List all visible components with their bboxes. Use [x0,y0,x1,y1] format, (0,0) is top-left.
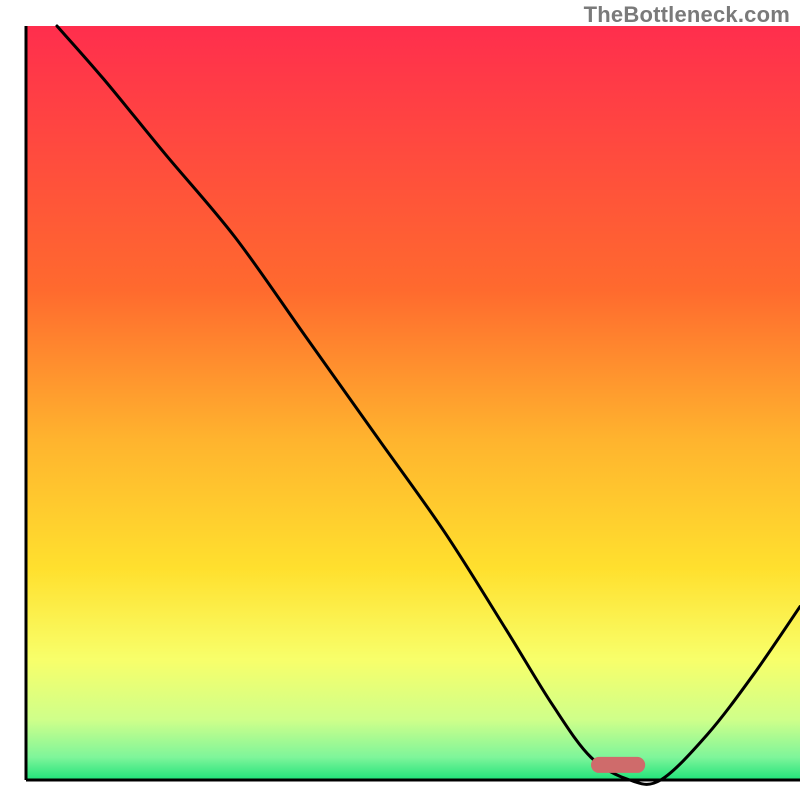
bottleneck-chart [0,0,800,800]
optimal-marker [591,757,645,773]
watermark-text: TheBottleneck.com [584,2,790,28]
plot-area [26,26,800,784]
gradient-background [26,26,800,780]
